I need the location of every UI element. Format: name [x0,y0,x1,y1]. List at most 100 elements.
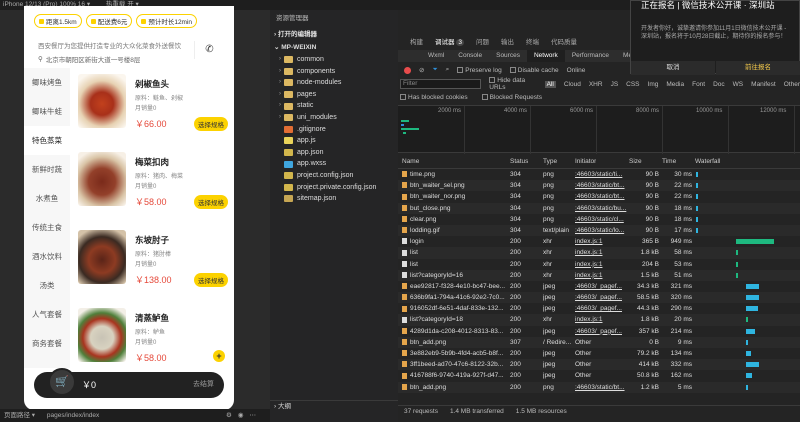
add-to-cart-button[interactable]: + [213,350,225,362]
dish-image[interactable] [78,230,126,284]
network-row[interactable]: btn_waiter_nor.png 304 png:46603/static/bt… [398,191,800,202]
network-row[interactable]: 636b9fa1-794a-41c6-92e2-7c0... 200 jpeg:46… [398,292,800,304]
col-type[interactable]: Type [543,158,557,165]
network-row[interactable]: 3e882eb9-5b9b-4fd4-acb5-b8f... 200 jpeg Oth… [398,348,800,359]
filter-type[interactable]: JS [611,81,619,88]
cell-initiator[interactable]: Other [575,370,627,381]
cell-initiator[interactable]: :46603/static/bu... [575,203,627,214]
tab-performance[interactable]: Performance [565,50,616,62]
cell-initiator[interactable]: :46603/_pagef... [575,303,627,314]
cell-initiator[interactable]: :46603/static/ti... [575,169,627,180]
filter-type[interactable]: WS [733,81,743,88]
throttle-select[interactable]: Online [567,67,586,74]
tab-debugger[interactable]: 调试器 3 [435,36,464,48]
record-icon[interactable] [404,66,411,74]
project-section[interactable]: ⌄ MP-WEIXIN [270,41,398,54]
outline-section[interactable]: › 大纲 [270,400,398,412]
tree-file[interactable]: app.json [276,147,398,159]
dish-image[interactable] [78,152,126,206]
network-row[interactable]: btn_waiter_sel.png 304 png:46603/static/bt… [398,180,800,192]
cell-initiator[interactable]: index.js:1 [575,270,627,281]
network-row[interactable]: 4289d1da-c208-4012-8313-83... 200 jpeg:466… [398,326,800,337]
cell-initiator[interactable]: :46603/static/bt... [575,382,627,393]
col-status[interactable]: Status [510,158,528,165]
cell-initiator[interactable]: :46603/_pagef... [575,281,627,292]
network-row[interactable]: time.png 304 png:46603/static/ti... 90 B 30 … [398,169,800,180]
cancel-button[interactable]: 取消 [631,61,715,75]
category-item[interactable]: 新鲜时蔬 [24,155,70,184]
cell-initiator[interactable]: index.js:1 [575,314,627,325]
category-item[interactable]: 人气套餐 [24,300,70,329]
clear-icon[interactable]: ⊘ [419,66,424,74]
category-item[interactable]: 传统主食 [24,213,70,242]
phone-call-icon[interactable]: ✆ [194,41,218,59]
col-waterfall[interactable]: Waterfall [695,158,720,165]
tree-folder[interactable]: › node-modules [276,77,398,89]
blocked-cookies-checkbox[interactable]: Has blocked cookies [400,94,468,101]
network-row[interactable]: 3ff1beed-ad70-47c6-8122-32b... 200 jpeg Oth… [398,359,800,371]
category-item[interactable]: 商务套餐 [24,329,70,358]
network-row[interactable]: list?categoryId=18 200 xhr index.js:1 1.8 kB… [398,314,800,326]
category-item-active[interactable]: 特色蒸菜 [24,126,70,155]
tree-folder[interactable]: › uni_modules [276,112,398,124]
category-item[interactable]: 汤类 [24,271,70,300]
col-initiator[interactable]: Initiator [575,158,596,165]
network-row[interactable]: list 200 xhr index.js:1 204 B 53 ms [398,259,800,270]
col-size[interactable]: Size [629,158,642,165]
tree-folder[interactable]: › common [276,54,398,66]
disable-cache-checkbox[interactable]: Disable cache [509,67,559,74]
tab-network[interactable]: Network [526,50,565,62]
filter-type[interactable]: Font [692,81,705,88]
cell-initiator[interactable]: :46603/_pagef... [575,326,627,337]
network-row[interactable]: eae92817-f328-4e10-bc47-bee... 200 jpeg:46… [398,281,800,292]
filter-type[interactable]: Other [784,81,800,88]
category-item[interactable]: 鲫味烤鱼 [24,68,70,97]
tree-file[interactable]: project.config.json [276,170,398,182]
blocked-requests-checkbox[interactable]: Blocked Requests [481,94,542,101]
tree-file[interactable]: project.private.config.json [276,182,398,194]
cell-initiator[interactable]: Other [575,359,627,370]
network-row[interactable]: btn_add.png 200 png:46603/static/bt... 1.2 … [398,381,800,393]
more-icon[interactable]: ⋯ [250,412,263,419]
network-row[interactable]: list 200 xhr index.js:1 1.8 kB 58 ms [398,247,800,259]
network-row[interactable]: btn_add.png 307 / Redire... Other 0 B 9 ms [398,336,800,348]
network-row[interactable]: login 200 xhr index.js:1 365 B 949 ms [398,236,800,247]
tab-wxml[interactable]: Wxml [398,50,451,62]
tab-console[interactable]: Console [451,50,489,62]
preserve-log-checkbox[interactable]: Preserve log [457,67,502,74]
col-time[interactable]: Time [662,158,676,165]
cell-initiator[interactable]: :46603/static/cl... [575,214,627,225]
hide-data-urls-checkbox[interactable]: Hide data URLs [489,77,536,91]
preview-icon[interactable]: ◉ [238,412,250,419]
filter-type[interactable]: Cloud [564,81,581,88]
open-editors-section[interactable]: › 打开的编辑器 [270,28,398,41]
col-name[interactable]: Name [402,158,419,165]
cell-initiator[interactable]: :46603/static/lo... [575,225,627,236]
tab-code-quality[interactable]: 代码质量 [551,36,577,48]
filter-type[interactable]: XHR [589,81,603,88]
register-button[interactable]: 前往报名 [716,61,800,75]
tree-folder[interactable]: › static [276,100,398,112]
cell-initiator[interactable]: Other [575,337,627,348]
filter-type[interactable]: Img [648,81,659,88]
tab-problems[interactable]: 问题 [476,36,489,48]
cell-initiator[interactable]: index.js:1 [575,236,627,247]
filter-type[interactable]: Doc [713,81,725,88]
cart-bar[interactable]: 🛒 ￥0 去结算 [34,368,224,398]
tree-folder[interactable]: › pages [276,89,398,101]
cell-initiator[interactable]: :46603/_pagef... [575,292,627,303]
shopping-cart-icon[interactable]: 🛒 [48,368,76,396]
cell-initiator[interactable]: Other [575,348,627,359]
cell-initiator[interactable]: :46603/static/bt... [575,180,627,191]
select-spec-button[interactable]: 选择规格 [194,195,228,209]
cell-initiator[interactable]: :46603/static/bt... [575,191,627,202]
search-icon[interactable]: ⌕ [446,66,450,74]
filter-type[interactable]: Manifest [751,81,776,88]
filter-type-all[interactable]: All [544,80,556,88]
page-path-label[interactable]: 页面路径 ▾ [4,412,35,419]
select-spec-button[interactable]: 选择规格 [194,273,228,287]
filter-type[interactable]: Media [666,81,684,88]
network-timeline-overview[interactable]: 2000 ms 4000 ms 6000 ms 8000 ms 10000 ms… [398,105,800,154]
settings-icon[interactable]: ⚙ [226,412,238,419]
tab-sources[interactable]: Sources [489,50,527,62]
